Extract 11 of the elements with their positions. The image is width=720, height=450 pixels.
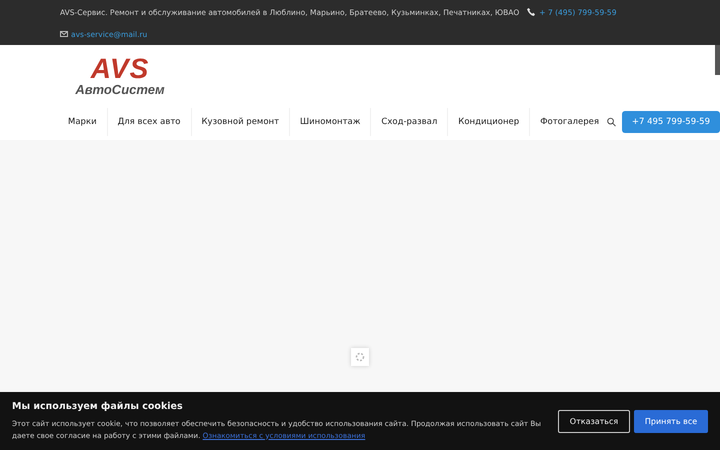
nav-item[interactable]: Сход-развал — [370, 108, 448, 136]
nav-item[interactable]: Кондиционер — [447, 108, 530, 136]
logo[interactable]: AVS АвтоСистем — [76, 55, 164, 96]
nav-item[interactable]: Шиномонтаж — [289, 108, 370, 136]
accept-button[interactable]: Принять все — [634, 410, 708, 432]
nav-item[interactable]: Для всех авто — [106, 108, 191, 136]
decline-button[interactable]: Отказаться — [558, 410, 630, 432]
nav-item[interactable]: Марки — [62, 108, 107, 136]
nav-item[interactable]: Фотогалерея — [529, 108, 609, 136]
nav-item[interactable]: Кузовной ремонт — [190, 108, 290, 136]
cookie-title: Мы используем файлы cookies — [12, 400, 184, 412]
